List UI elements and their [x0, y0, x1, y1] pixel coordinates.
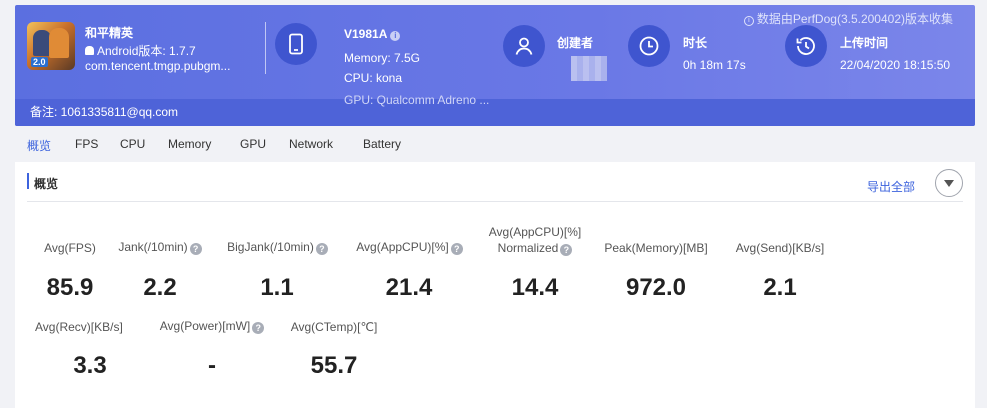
- tab-memory[interactable]: Memory: [168, 137, 211, 151]
- app-name: 和平精英: [85, 26, 134, 40]
- duration-value: 0h 18m 17s: [683, 58, 746, 72]
- metric-value-bigjank: 1.1: [260, 274, 294, 301]
- info-icon: i: [743, 16, 754, 26]
- creator-avatar: [571, 56, 607, 81]
- app-package: com.tencent.tmgp.pubgm...: [85, 59, 231, 73]
- metric-value-avg-power: -: [208, 352, 216, 379]
- user-icon: [503, 25, 545, 67]
- metric-value-avg-fps: 85.9: [46, 274, 94, 301]
- help-icon[interactable]: ?: [560, 244, 573, 256]
- history-icon: [785, 25, 827, 67]
- metric-label-peak-memory: Peak(Memory)[MB]: [604, 241, 708, 255]
- metric-label-jank: Jank(/10min)?: [110, 240, 210, 255]
- section-title: 概览: [34, 177, 59, 191]
- metric-value-avg-ctemp: 55.7: [310, 352, 358, 379]
- overview-panel: 概览 导出全部 Avg(FPS) Jank(/10min)? BigJank(/…: [15, 162, 975, 408]
- metric-label-avg-fps: Avg(FPS): [44, 241, 96, 255]
- upload-time-value: 22/04/2020 18:15:50: [840, 58, 951, 72]
- game-app-icon: 2.0: [27, 22, 75, 70]
- tab-fps[interactable]: FPS: [75, 137, 98, 151]
- metric-label-avg-send: Avg(Send)[KB/s]: [735, 241, 825, 255]
- tab-gpu[interactable]: GPU: [240, 137, 266, 151]
- help-icon[interactable]: ?: [315, 243, 328, 255]
- metric-label-avg-power: Avg(Power)[mW]?: [151, 319, 273, 334]
- metric-value-avg-recv: 3.3: [73, 352, 107, 379]
- metric-value-peak-memory: 972.0: [625, 274, 687, 301]
- tab-network[interactable]: Network: [289, 137, 333, 151]
- android-icon: [85, 46, 94, 55]
- clock-icon: [628, 25, 670, 67]
- device-name: V1981A i: [344, 27, 401, 41]
- help-icon[interactable]: ?: [450, 243, 463, 255]
- app-os-version: Android版本: 1.7.7: [85, 42, 196, 59]
- metric-label-avg-appcpu: Avg(AppCPU)[%]?: [347, 240, 472, 255]
- tab-overview[interactable]: 概览: [27, 137, 51, 154]
- metric-label-bigjank: BigJank(/10min)?: [220, 240, 335, 255]
- help-icon[interactable]: ?: [189, 243, 202, 255]
- device-info-icon[interactable]: i: [390, 31, 401, 41]
- export-all-link[interactable]: 导出全部: [867, 178, 915, 195]
- creator-label: 创建者: [557, 36, 594, 50]
- remark-text: 备注: 1061335811@qq.com: [30, 105, 179, 119]
- metric-value-jank: 2.2: [143, 274, 177, 301]
- duration-label: 时长: [683, 36, 708, 50]
- help-icon[interactable]: ?: [252, 322, 265, 334]
- metric-label-avg-appcpu-normalized: Avg(AppCPU)[%] Normalized?: [488, 225, 582, 256]
- tab-cpu[interactable]: CPU: [120, 137, 145, 151]
- device-cpu: CPU: kona: [344, 71, 403, 85]
- section-divider: [27, 201, 963, 202]
- section-accent-bar: [27, 173, 29, 189]
- device-memory: Memory: 7.5G: [344, 51, 421, 65]
- phone-icon: [275, 23, 317, 65]
- metric-value-avg-appcpu-normalized: 14.4: [511, 274, 559, 301]
- header-divider: [265, 22, 266, 74]
- metric-value-avg-send: 2.1: [763, 274, 797, 301]
- metric-label-avg-ctemp: Avg(CTemp)[℃]: [290, 320, 378, 334]
- report-header: i 数据由PerfDog(3.5.200402)版本收集 2.0 和平精英 And…: [15, 5, 975, 126]
- device-gpu: GPU: Qualcomm Adreno ...: [344, 93, 490, 107]
- collapse-button[interactable]: [935, 169, 963, 197]
- tab-battery[interactable]: Battery: [363, 137, 401, 151]
- metric-label-avg-recv: Avg(Recv)[KB/s]: [35, 320, 123, 334]
- metric-value-avg-appcpu: 21.4: [385, 274, 433, 301]
- upload-time-label: 上传时间: [840, 36, 889, 50]
- data-source-note: i 数据由PerfDog(3.5.200402)版本收集: [743, 10, 953, 27]
- chevron-down-icon: [944, 180, 954, 187]
